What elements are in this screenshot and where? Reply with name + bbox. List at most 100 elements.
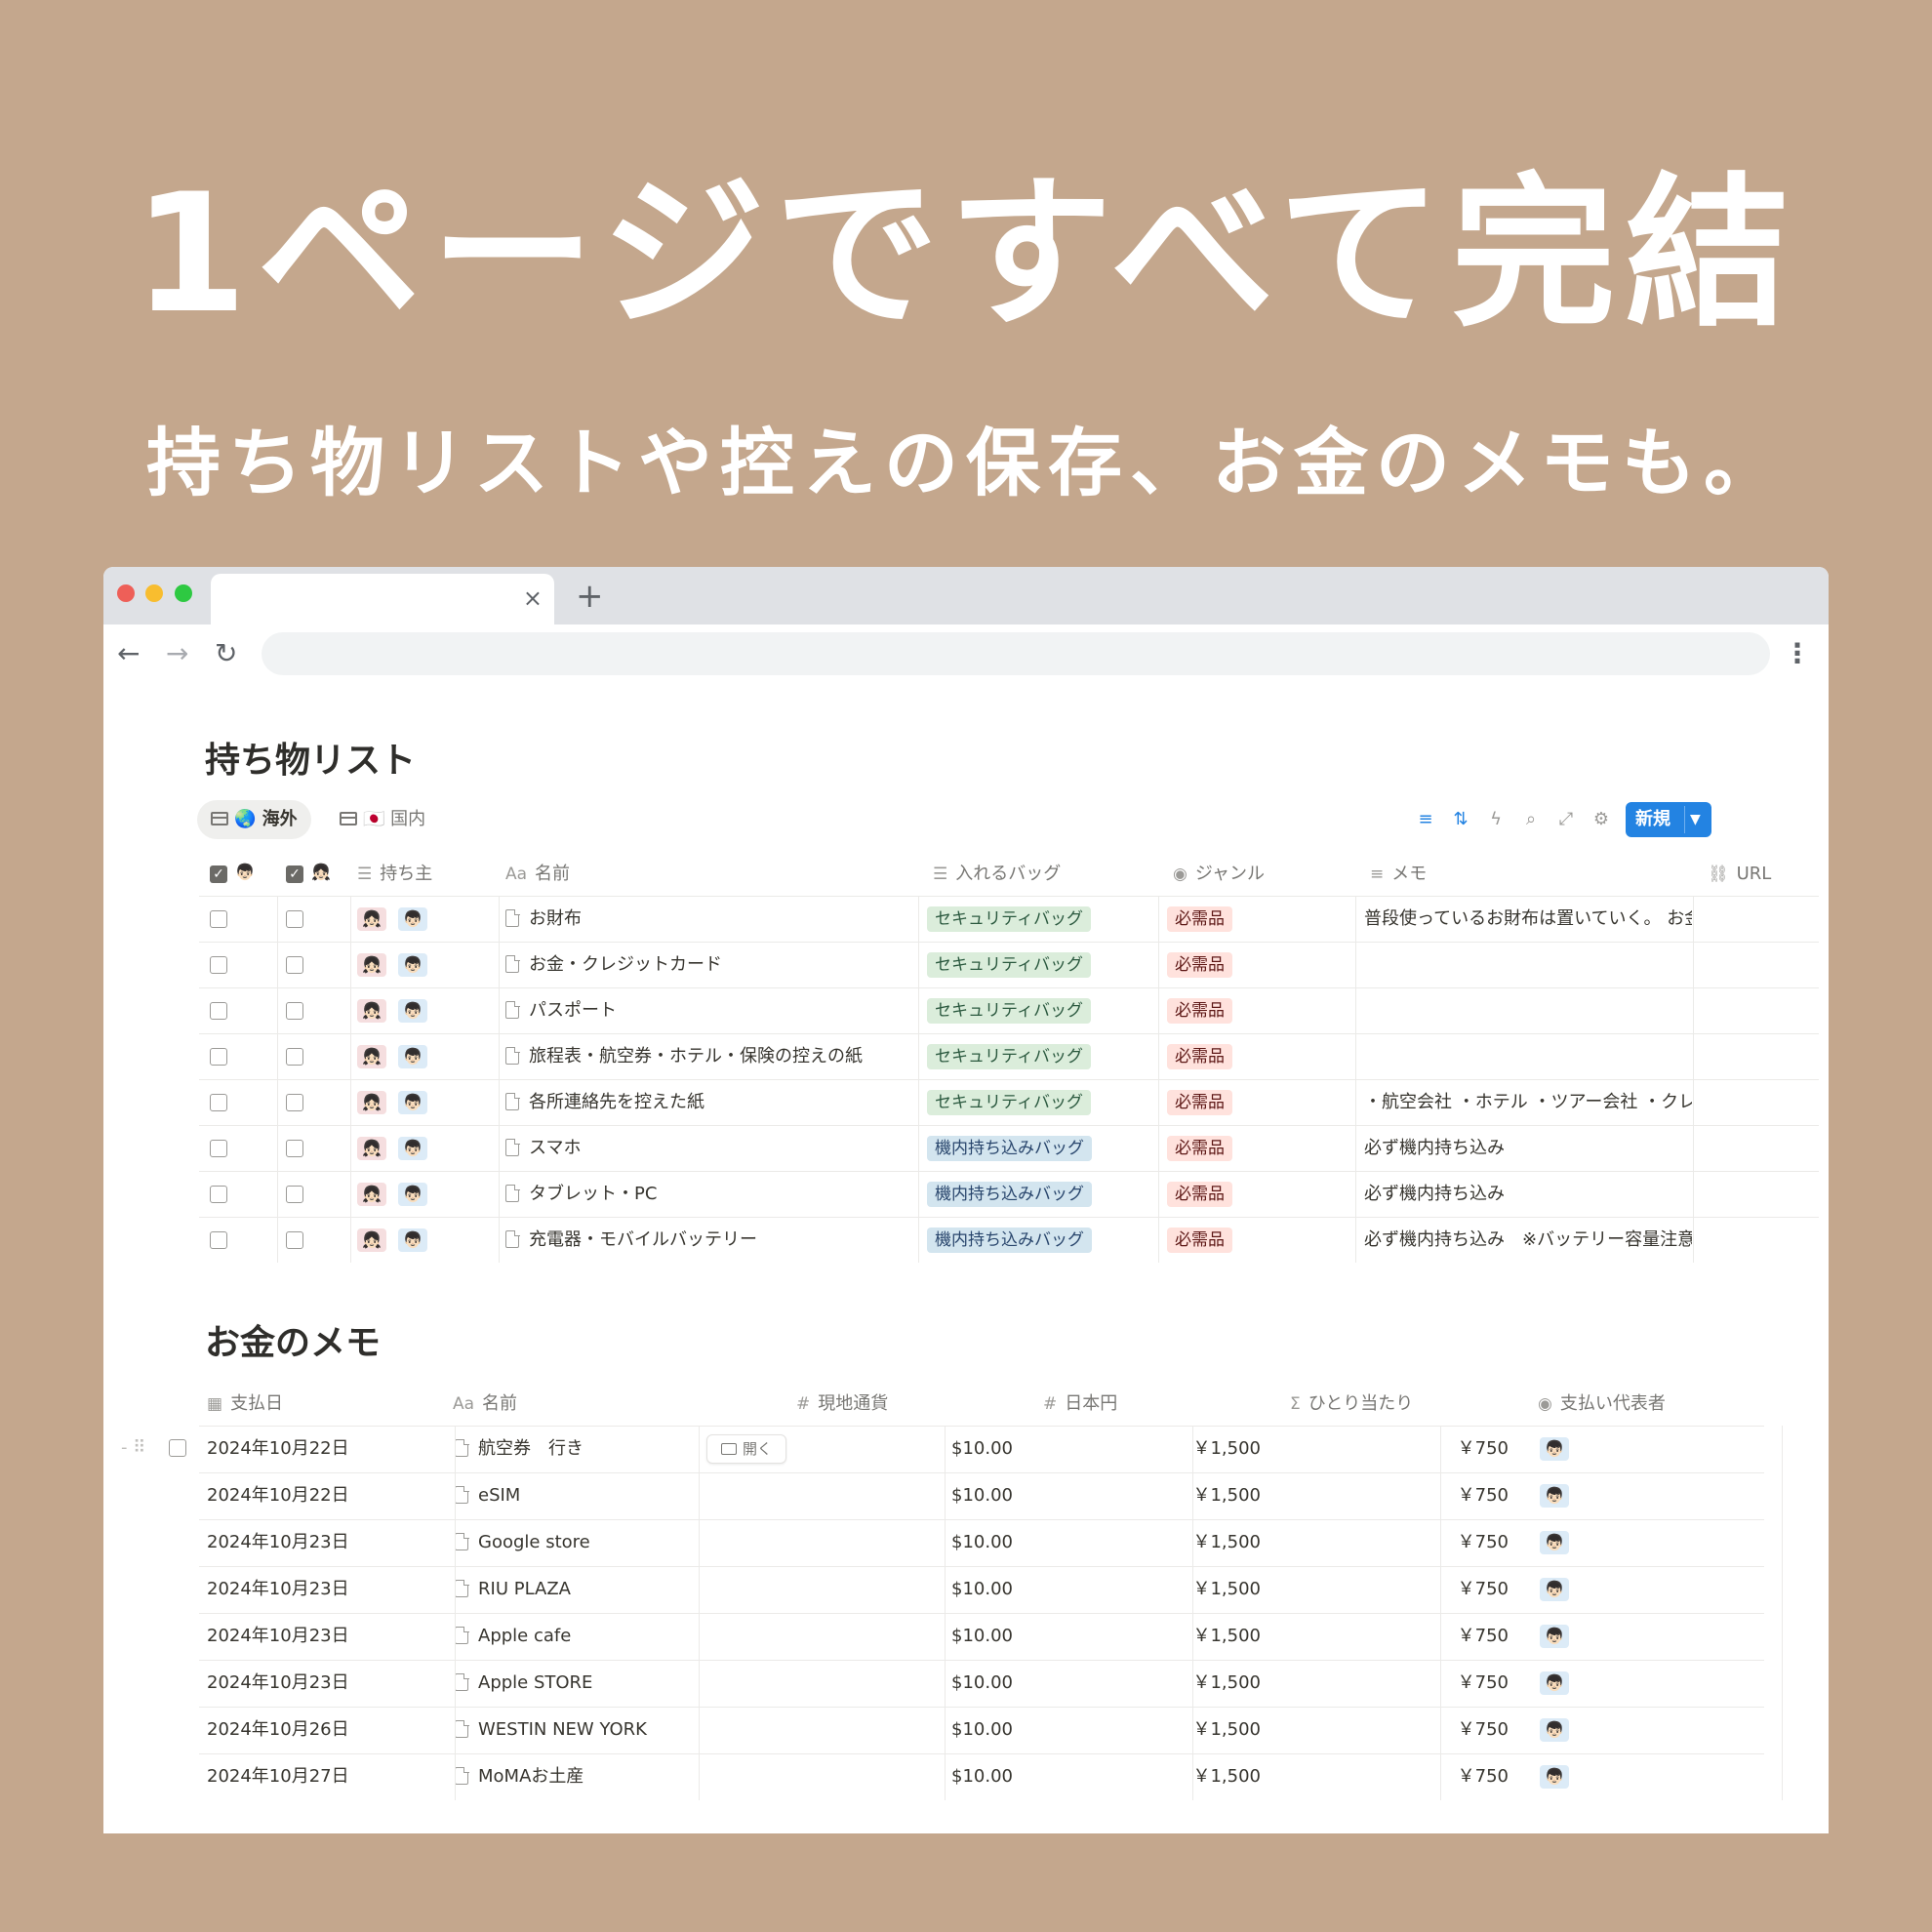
table-row[interactable]: 👧🏻 👦🏻 各所連絡先を控えた紙 セキュリティバッグ 必需品 ・航空会社 ・ホテル ・ツア… <box>199 1079 1819 1125</box>
memo-cell[interactable] <box>1364 1034 1692 1080</box>
new-button[interactable]: 新規 ▼ <box>1626 802 1711 837</box>
name-cell[interactable]: パスポート <box>505 988 915 1034</box>
payer-cell[interactable]: 👦🏻 <box>1540 1567 1735 1613</box>
genre-cell[interactable]: 必需品 <box>1167 1218 1352 1264</box>
column-header-name[interactable]: Aa 名前 <box>453 1382 517 1427</box>
column-header-owner[interactable]: ☰ 持ち主 <box>357 852 432 897</box>
name-cell[interactable]: RIU PLAZA <box>455 1567 786 1613</box>
payer-cell[interactable]: 👦🏻 <box>1540 1427 1735 1472</box>
maximize-window-button[interactable] <box>175 584 192 602</box>
automation-icon[interactable]: ϟ <box>1481 802 1510 837</box>
checkbox-female[interactable] <box>210 1231 227 1249</box>
search-icon[interactable]: ⌕ <box>1516 802 1546 837</box>
payer-cell[interactable]: 👦🏻 <box>1540 1754 1735 1800</box>
bag-cell[interactable]: セキュリティバッグ <box>927 943 1161 988</box>
table-row[interactable]: 2024年10月22日 eSIM $10.00 ￥1,500 ￥750 👦🏻 <box>199 1472 1764 1519</box>
memo-cell[interactable] <box>1364 943 1692 988</box>
menu-dots-icon[interactable]: ⋮ <box>1784 634 1811 673</box>
forward-arrow-icon[interactable]: → <box>166 634 188 673</box>
address-bar[interactable] <box>262 632 1770 675</box>
name-cell[interactable]: Google store <box>455 1520 786 1566</box>
table-row[interactable]: 👧🏻 👦🏻 スマホ 機内持ち込みバッグ 必需品 必ず機内持ち込み <box>199 1125 1819 1171</box>
table-row[interactable]: 2024年10月27日 MoMAお土産 $10.00 ￥1,500 ￥750 👦🏻 <box>199 1753 1764 1800</box>
back-arrow-icon[interactable]: ← <box>117 634 140 673</box>
table-row[interactable]: 2024年10月26日 WESTIN NEW YORK $10.00 ￥1,500 ￥7… <box>199 1707 1764 1753</box>
column-header-bag[interactable]: ☰ 入れるバッグ <box>933 852 1061 897</box>
table-row[interactable]: 2024年10月23日 Google store $10.00 ￥1,500 ￥750 👦… <box>199 1519 1764 1566</box>
local-currency-cell[interactable]: $10.00 <box>804 1473 1013 1519</box>
settings-icon[interactable]: ⚙ <box>1587 802 1616 837</box>
jpy-cell[interactable]: ￥1,500 <box>1052 1614 1261 1660</box>
column-header-jpy[interactable]: # 日本円 <box>1043 1382 1117 1427</box>
checkbox-female[interactable] <box>210 910 227 928</box>
payer-cell[interactable]: 👦🏻 <box>1540 1520 1735 1566</box>
column-header-date[interactable]: ▦ 支払日 <box>207 1382 283 1427</box>
url-cell[interactable] <box>1702 943 1809 988</box>
per-person-cell[interactable]: ￥750 <box>1300 1473 1509 1519</box>
jpy-cell[interactable]: ￥1,500 <box>1052 1520 1261 1566</box>
minimize-window-button[interactable] <box>145 584 163 602</box>
checkbox-female[interactable] <box>210 1186 227 1203</box>
close-window-button[interactable] <box>117 584 135 602</box>
table-row[interactable]: 2024年10月23日 RIU PLAZA $10.00 ￥1,500 ￥750 👦🏻 <box>199 1566 1764 1613</box>
open-button[interactable]: 開く <box>706 1434 786 1464</box>
column-header-per[interactable]: Σ ひとり当たり <box>1290 1382 1413 1427</box>
memo-cell[interactable]: 普段使っているお財布は置いていく。 お金 <box>1364 897 1692 943</box>
date-cell[interactable]: 2024年10月22日 <box>207 1427 441 1472</box>
memo-cell[interactable]: 必ず機内持ち込み <box>1364 1172 1692 1218</box>
table-row[interactable]: 👧🏻 👦🏻 充電器・モバイルバッテリー 機内持ち込みバッグ 必需品 必ず機内持ち込み ※バ… <box>199 1217 1819 1263</box>
name-cell[interactable]: Apple cafe <box>455 1614 786 1660</box>
name-cell[interactable]: タブレット・PC <box>505 1172 915 1218</box>
table-row[interactable]: 👧🏻 👦🏻 パスポート セキュリティバッグ 必需品 <box>199 987 1819 1033</box>
name-cell[interactable]: お金・クレジットカード <box>505 943 915 988</box>
checkbox-male[interactable] <box>286 910 303 928</box>
bag-cell[interactable]: セキュリティバッグ <box>927 988 1161 1034</box>
local-currency-cell[interactable]: $10.00 <box>804 1661 1013 1707</box>
per-person-cell[interactable]: ￥750 <box>1300 1661 1509 1707</box>
date-cell[interactable]: 2024年10月22日 <box>207 1473 441 1519</box>
name-cell[interactable]: eSIM <box>455 1473 786 1519</box>
memo-cell[interactable]: ・航空会社 ・ホテル ・ツアー会社 ・クレ <box>1364 1080 1692 1126</box>
date-cell[interactable]: 2024年10月23日 <box>207 1567 441 1613</box>
name-cell[interactable]: Apple STORE <box>455 1661 786 1707</box>
genre-cell[interactable]: 必需品 <box>1167 897 1352 943</box>
genre-cell[interactable]: 必需品 <box>1167 1034 1352 1080</box>
genre-cell[interactable]: 必需品 <box>1167 1172 1352 1218</box>
column-header-payer[interactable]: ◉ 支払い代表者 <box>1538 1382 1666 1427</box>
reload-icon[interactable]: ↻ <box>215 634 237 673</box>
memo-cell[interactable] <box>1364 988 1692 1034</box>
bag-cell[interactable]: 機内持ち込みバッグ <box>927 1126 1161 1172</box>
checkbox-male[interactable] <box>286 1002 303 1020</box>
table-row[interactable]: 👧🏻 👦🏻 旅程表・航空券・ホテル・保険の控えの紙 セキュリティバッグ 必需品 <box>199 1033 1819 1079</box>
filter-icon[interactable]: ≡ <box>1411 802 1440 837</box>
payer-cell[interactable]: 👦🏻 <box>1540 1708 1735 1753</box>
name-cell[interactable]: 充電器・モバイルバッテリー <box>505 1218 915 1264</box>
row-select-checkbox[interactable] <box>169 1439 186 1457</box>
date-cell[interactable]: 2024年10月23日 <box>207 1520 441 1566</box>
checkbox-female[interactable] <box>210 956 227 974</box>
view-tab-overseas[interactable]: 🌏 海外 <box>197 800 311 839</box>
per-person-cell[interactable]: ￥750 <box>1300 1708 1509 1753</box>
genre-cell[interactable]: 必需品 <box>1167 1080 1352 1126</box>
bag-cell[interactable]: セキュリティバッグ <box>927 1080 1161 1126</box>
date-cell[interactable]: 2024年10月23日 <box>207 1614 441 1660</box>
url-cell[interactable] <box>1702 1080 1809 1126</box>
table-row[interactable]: 2024年10月22日 航空券 行き 開く $10.00 ￥1,500 ￥750 👦🏻 <box>199 1426 1764 1472</box>
table-row[interactable]: 👧🏻 👦🏻 お財布 セキュリティバッグ 必需品 普段使っているお財布は置いていく。 お金 <box>199 896 1819 942</box>
view-tab-domestic[interactable]: 🇯🇵 国内 <box>326 800 439 839</box>
name-cell[interactable]: MoMAお土産 <box>455 1754 786 1800</box>
url-cell[interactable] <box>1702 1218 1809 1264</box>
genre-cell[interactable]: 必需品 <box>1167 1126 1352 1172</box>
checkbox-male[interactable] <box>286 1186 303 1203</box>
checkbox-male[interactable] <box>286 1094 303 1111</box>
table-row[interactable]: 2024年10月23日 Apple STORE $10.00 ￥1,500 ￥750 👦🏻 <box>199 1660 1764 1707</box>
close-icon[interactable]: × <box>523 584 543 613</box>
name-cell[interactable]: 各所連絡先を控えた紙 <box>505 1080 915 1126</box>
url-cell[interactable] <box>1702 988 1809 1034</box>
local-currency-cell[interactable]: $10.00 <box>804 1708 1013 1753</box>
checkbox-male[interactable] <box>286 1048 303 1066</box>
bag-cell[interactable]: セキュリティバッグ <box>927 897 1161 943</box>
per-person-cell[interactable]: ￥750 <box>1300 1567 1509 1613</box>
column-header-name[interactable]: Aa 名前 <box>505 852 570 897</box>
url-cell[interactable] <box>1702 1034 1809 1080</box>
